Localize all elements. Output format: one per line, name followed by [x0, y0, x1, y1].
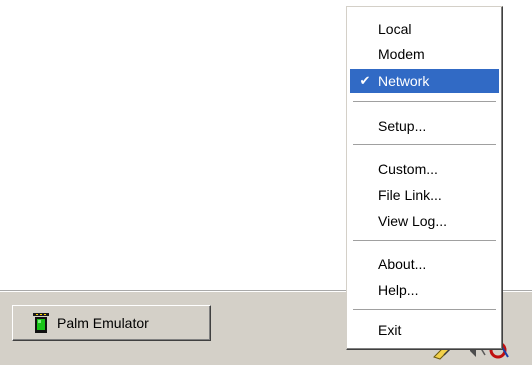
context-menu: Local Modem ✔ Network Setup... Custom...…	[346, 6, 503, 350]
menu-item-label: View Log...	[378, 213, 448, 229]
menu-item-label: Local	[378, 21, 412, 37]
menu-separator	[353, 144, 496, 146]
menu-item-local[interactable]: Local	[350, 17, 499, 41]
menu-separator	[353, 240, 496, 242]
menu-item-network[interactable]: ✔ Network	[350, 69, 499, 93]
menu-item-label: Network	[378, 73, 430, 89]
menu-item-label: Custom...	[378, 161, 438, 177]
menu-item-label: Exit	[378, 322, 402, 338]
menu-separator	[353, 309, 496, 311]
menu-item-label: Modem	[378, 46, 425, 62]
menu-item-modem[interactable]: Modem	[350, 42, 499, 66]
menu-item-about[interactable]: About...	[350, 252, 499, 276]
menu-item-custom[interactable]: Custom...	[350, 157, 499, 181]
palm-emulator-icon	[33, 313, 49, 333]
menu-item-label: File Link...	[378, 187, 442, 203]
menu-item-label: About...	[378, 256, 427, 272]
menu-item-label: Help...	[378, 282, 419, 298]
menu-item-view-log[interactable]: View Log...	[350, 209, 499, 233]
menu-item-setup[interactable]: Setup...	[350, 114, 499, 138]
taskbar-button-palm-emulator[interactable]: Palm Emulator	[12, 305, 211, 341]
taskbar-button-label: Palm Emulator	[57, 315, 149, 331]
check-icon: ✔	[359, 73, 371, 88]
menu-item-label: Setup...	[378, 118, 427, 134]
menu-separator	[353, 101, 496, 103]
menu-item-help[interactable]: Help...	[350, 278, 499, 302]
menu-item-file-link[interactable]: File Link...	[350, 183, 499, 207]
menu-item-exit[interactable]: Exit	[350, 318, 499, 342]
